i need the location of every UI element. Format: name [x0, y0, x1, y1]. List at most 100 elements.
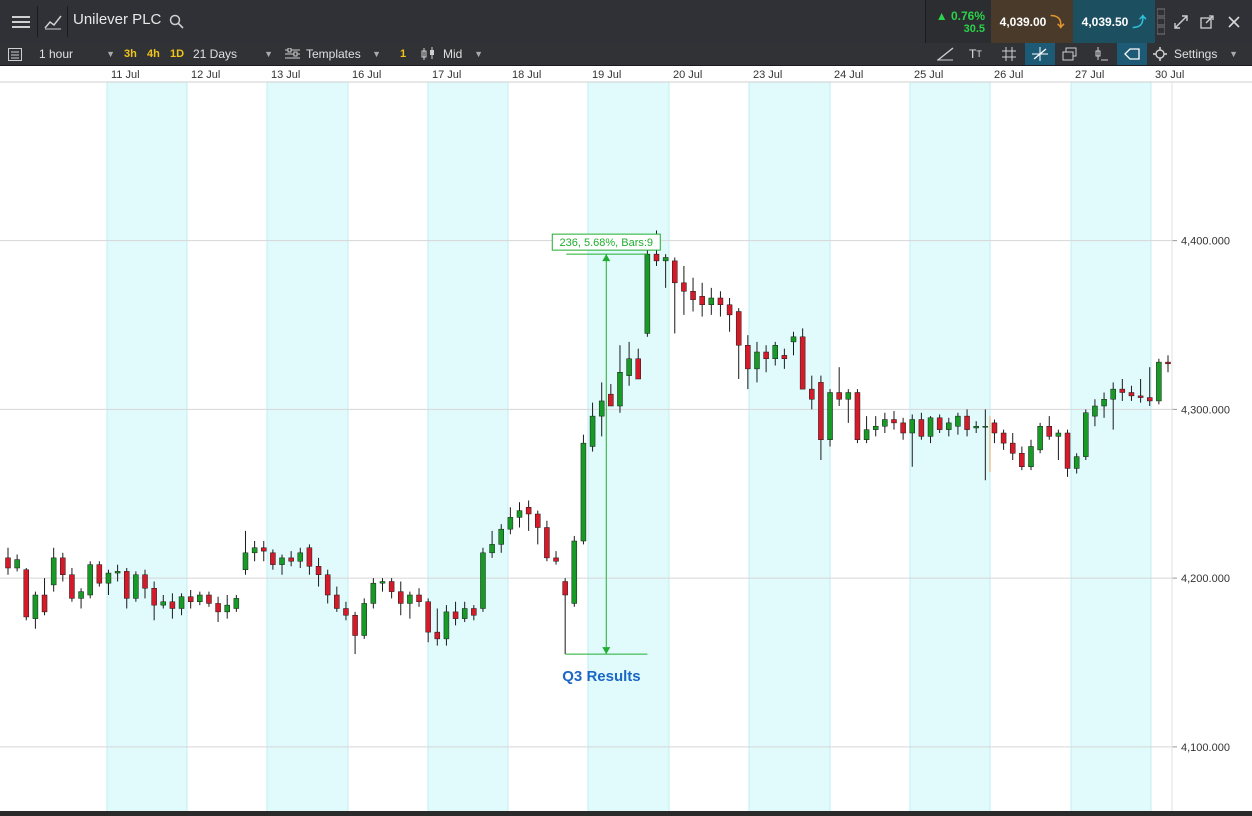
chevron-down-icon: ▼ [264, 49, 273, 59]
time-axis-labels: 11 Jul 12 Jul 13 Jul 16 Jul 17 Jul 18 Jul 19 J… [111, 69, 1184, 81]
chart-line-icon[interactable] [40, 0, 66, 43]
panel-toggle-icon[interactable] [8, 43, 22, 65]
candle-body [187, 596, 194, 602]
price-axis-label: 4,200.000 [1181, 573, 1230, 585]
candle-body [105, 572, 112, 584]
sell-button[interactable]: 4,039.00 ⤵ [991, 0, 1073, 43]
candle-body [169, 601, 176, 609]
candle-body [1119, 388, 1126, 393]
candle-body [480, 552, 486, 609]
time-axis-label: 12 Jul [191, 69, 220, 81]
settings-label: Settings [1174, 47, 1218, 61]
candle-body [699, 296, 705, 305]
grid-icon[interactable] [1002, 43, 1016, 65]
day-bands [106, 82, 1152, 811]
candle-body [1083, 412, 1089, 457]
candle-body [1101, 399, 1107, 407]
candle-body [726, 304, 733, 316]
range-select[interactable]: 21 Days ▼ [193, 43, 273, 65]
candle-down [553, 551, 559, 565]
candle-body [279, 557, 285, 565]
interval-4h[interactable]: 4h [147, 43, 160, 65]
candle-body [544, 527, 550, 559]
price-type-select[interactable]: Mid ▼ [443, 43, 483, 65]
close-icon[interactable] [1223, 0, 1245, 43]
interval-1d[interactable]: 1D [170, 43, 184, 65]
candle-body [589, 415, 596, 447]
candle-up [197, 591, 203, 606]
label-tool-icon[interactable] [1117, 43, 1147, 65]
candle-body [1028, 446, 1034, 467]
candle-up [78, 588, 84, 609]
time-axis-label: 13 Jul [271, 69, 300, 81]
candle-body [425, 601, 431, 633]
candle-body [854, 392, 861, 440]
candle-body [672, 260, 678, 284]
candle-body [452, 611, 459, 619]
buy-button[interactable]: 4,039.50 ⤴ [1073, 0, 1155, 43]
instrument-title[interactable]: Unilever PLC [73, 11, 161, 28]
candle-down [1064, 429, 1071, 477]
candle-body [370, 582, 377, 604]
candle-up [863, 416, 870, 444]
candle-down [1046, 416, 1053, 440]
candle-body [60, 557, 66, 575]
candle-down [535, 510, 541, 545]
candle-body [343, 608, 349, 616]
candlestick-chart[interactable]: 11 Jul 12 Jul 13 Jul 16 Jul 17 Jul 18 Jul 19 J… [0, 66, 1252, 811]
candle-body [909, 419, 916, 434]
candle-down [799, 328, 806, 390]
candle-down [260, 541, 267, 562]
expand-icon[interactable] [1170, 0, 1192, 43]
menu-icon[interactable] [6, 0, 36, 43]
candle-down [96, 561, 103, 587]
candle-down [900, 417, 906, 440]
templates-icon[interactable] [285, 43, 300, 65]
interval-select[interactable]: 1 hour ▼ [39, 43, 115, 65]
candle-body [754, 351, 760, 370]
candle-up [87, 561, 93, 599]
candle-body [626, 358, 632, 376]
gear-icon[interactable] [1153, 43, 1167, 65]
candle-up [361, 598, 367, 639]
candle-up [1156, 358, 1162, 405]
candle-body [1009, 442, 1016, 454]
text-tool-icon[interactable]: TT [969, 43, 982, 65]
price-axis-label: 4,400.000 [1181, 236, 1230, 248]
candle-body [1046, 426, 1053, 437]
candle-body [598, 400, 605, 417]
candle-body [681, 282, 687, 292]
candle-body [297, 552, 304, 562]
candle-type-icon[interactable] [421, 43, 437, 65]
change-absolute: 30.5 [963, 23, 985, 35]
search-icon[interactable] [166, 0, 186, 43]
candle-body [535, 513, 541, 528]
indicator-count-badge[interactable]: 1 [400, 43, 406, 65]
candle-body [882, 419, 888, 427]
trendline-tool-icon[interactable] [936, 43, 954, 65]
candle-body [288, 557, 294, 562]
candle-body [498, 528, 504, 545]
crosshair-tool-icon[interactable] [1025, 43, 1055, 65]
templates-label: Templates [306, 47, 361, 61]
drag-handle-icon[interactable] [1155, 0, 1167, 43]
candle-body [644, 253, 651, 334]
layers-icon[interactable] [1062, 43, 1077, 65]
candle-body [580, 442, 587, 542]
candle-body [708, 297, 715, 305]
chart-area[interactable]: 11 Jul 12 Jul 13 Jul 16 Jul 17 Jul 18 Jul 19 J… [0, 66, 1252, 811]
candle-down [525, 500, 532, 531]
settings-menu[interactable]: Settings ▼ [1174, 43, 1238, 65]
candle-body [87, 564, 93, 596]
popout-icon[interactable] [1196, 0, 1218, 43]
time-axis-label: 23 Jul [753, 69, 782, 81]
candle-settings-icon[interactable] [1093, 43, 1109, 65]
candle-down [726, 298, 733, 332]
range-value: 21 Days [193, 47, 238, 61]
candle-body [946, 422, 952, 430]
time-axis-label: 11 Jul [111, 69, 140, 81]
templates-select[interactable]: Templates ▼ [306, 43, 381, 65]
candle-body [927, 417, 934, 437]
interval-3h[interactable]: 3h [124, 43, 137, 65]
candle-up [708, 287, 715, 315]
